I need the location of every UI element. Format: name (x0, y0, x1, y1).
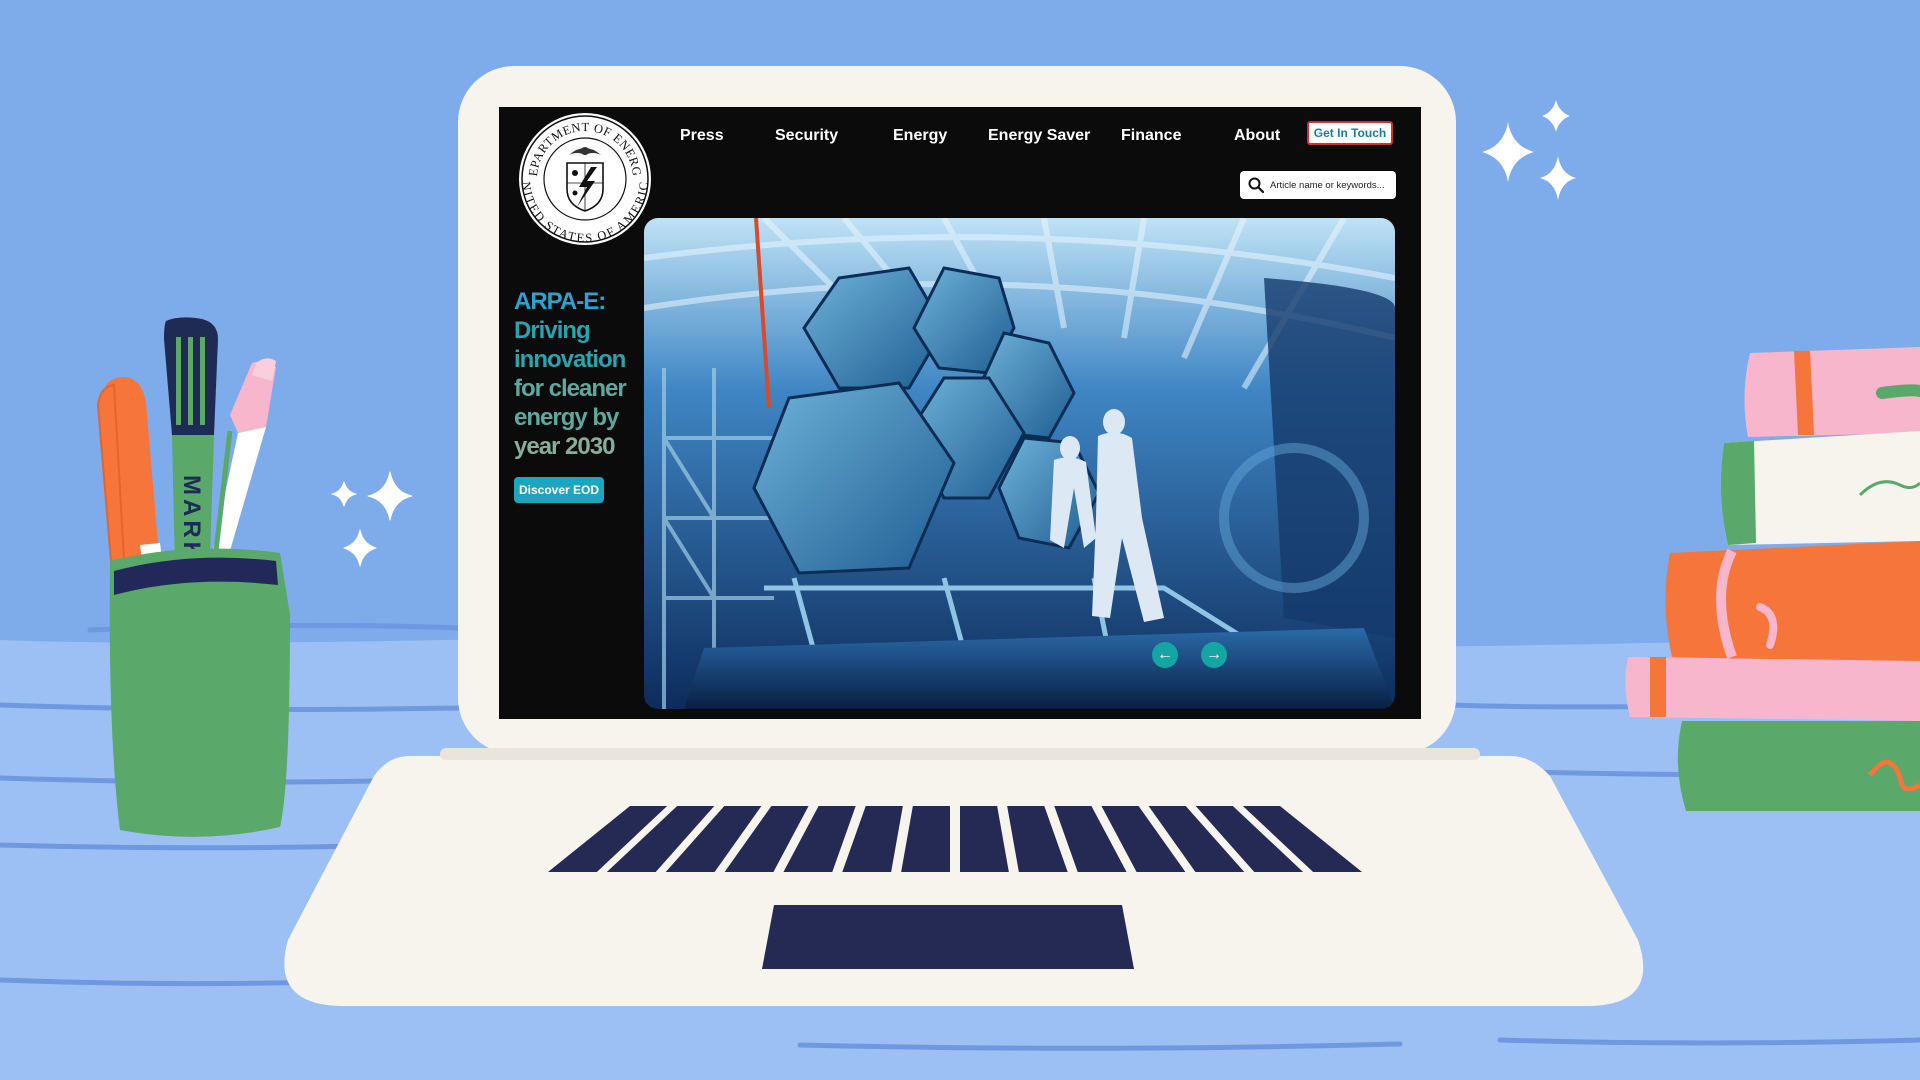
trackpad (762, 905, 1134, 969)
keyboard-key (960, 806, 1009, 872)
sparkle-icon (1482, 100, 1576, 200)
search-box (1240, 171, 1396, 199)
nav-item-about[interactable]: About (1234, 127, 1280, 145)
nav-item-energy[interactable]: Energy (893, 127, 947, 145)
hero-image: ← → (644, 218, 1395, 709)
get-in-touch-button[interactable]: Get In Touch (1307, 121, 1393, 145)
hero-headline: ARPA-E: Driving innovation for cleaner e… (514, 287, 638, 461)
headline-line: year 2030 (514, 433, 615, 460)
laptop-hinge (440, 748, 1480, 760)
top-navigation: Press Security Energy Energy Saver Finan… (499, 107, 1421, 167)
laptop-screen: DEPARTMENT OF ENERGY UNITED STATES OF AM… (499, 107, 1421, 719)
arrow-left-icon[interactable]: ← (1152, 642, 1178, 668)
laptop-base (284, 756, 1644, 1006)
discover-eod-button[interactable]: Discover EOD (514, 477, 604, 503)
sparkle-icon (331, 471, 413, 567)
arrow-right-icon[interactable]: → (1201, 642, 1227, 668)
keyboard-key (901, 806, 950, 872)
keyboard (548, 806, 1362, 872)
nav-item-finance[interactable]: Finance (1121, 127, 1181, 145)
search-icon[interactable] (1248, 177, 1264, 193)
headline-line: energy by (514, 404, 619, 431)
nav-item-press[interactable]: Press (680, 127, 724, 145)
hero-photo-mirror-segments (644, 218, 1395, 709)
headline-line: ARPA-E: (514, 288, 606, 315)
search-input[interactable] (1270, 175, 1388, 195)
headline-line: innovation (514, 346, 626, 373)
nav-item-security[interactable]: Security (775, 127, 838, 145)
headline-line: Driving (514, 317, 591, 344)
headline-line: for cleaner (514, 375, 627, 402)
nav-item-energy-saver[interactable]: Energy Saver (988, 127, 1090, 145)
books-stack-illustration (1625, 347, 1920, 811)
